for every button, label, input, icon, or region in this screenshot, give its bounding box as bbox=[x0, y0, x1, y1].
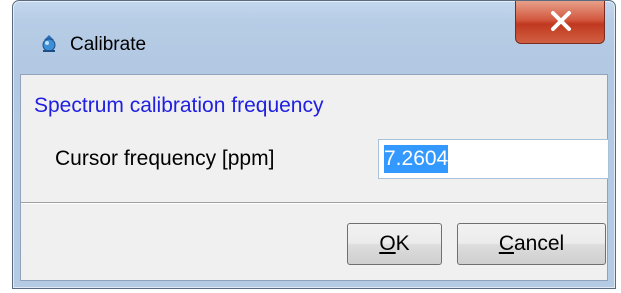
cancel-mnemonic: C bbox=[498, 232, 514, 255]
dialog-content: Spectrum calibration frequency Cursor fr… bbox=[20, 74, 609, 281]
window-title: Calibrate bbox=[70, 34, 147, 55]
app-icon bbox=[39, 34, 59, 54]
cancel-button[interactable]: Cancel bbox=[457, 223, 606, 265]
title-bar[interactable]: Calibrate bbox=[13, 1, 615, 73]
cursor-frequency-input[interactable]: 7.2604 bbox=[378, 139, 609, 179]
cancel-label-rest: ancel bbox=[513, 232, 565, 255]
section-title: Spectrum calibration frequency bbox=[34, 94, 324, 117]
close-icon bbox=[551, 11, 571, 31]
ok-label-rest: K bbox=[395, 232, 410, 255]
calibrate-dialog: Calibrate Spectrum calibration frequency… bbox=[12, 0, 616, 289]
ok-mnemonic: O bbox=[379, 232, 396, 255]
cursor-frequency-value: 7.2604 bbox=[384, 145, 449, 173]
ok-button[interactable]: OK bbox=[347, 223, 442, 265]
cursor-frequency-label: Cursor frequency [ppm] bbox=[55, 147, 275, 170]
button-separator bbox=[21, 202, 607, 204]
close-button[interactable] bbox=[515, 1, 605, 44]
